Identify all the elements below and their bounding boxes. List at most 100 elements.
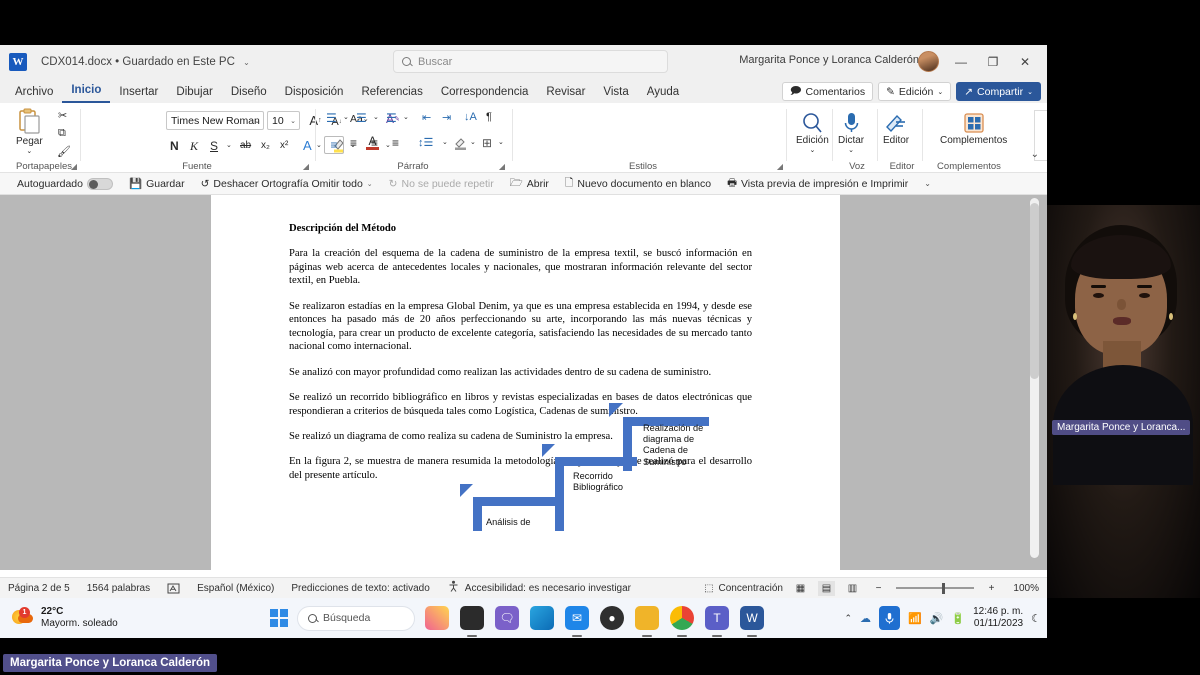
new-blank-doc-button[interactable]: 🗋 Nuevo documento en blanco [557,175,719,193]
chevron-down-icon[interactable]: ⌄ [343,113,349,121]
paragraph-dialog-launcher[interactable]: ◢ [499,162,505,171]
decrease-indent-button[interactable]: ⇤ [422,111,431,124]
editing-button[interactable]: Edición ⌄ [796,111,829,154]
show-marks-button[interactable]: ¶ [486,111,492,123]
app-icon-edge[interactable] [530,606,554,630]
collapse-ribbon-button[interactable]: ⌄ [1031,149,1039,160]
chevron-down-icon[interactable]: ⌄ [442,138,448,146]
autosave-toggle[interactable]: Autoguardado [9,177,121,190]
taskbar-clock[interactable]: 12:46 p. m. 01/11/2023 [973,606,1023,631]
tab-correspondencia[interactable]: Correspondencia [432,85,538,103]
app-icon-paint[interactable] [425,606,449,630]
editor-button[interactable]: Editor [883,111,909,146]
font-dialog-launcher[interactable]: ◢ [303,162,309,171]
chevron-down-icon[interactable]: ⌄ [226,141,232,149]
document-page[interactable]: Descripción del Método Para la creación … [211,195,840,570]
borders-button[interactable]: ⊞ [482,136,492,150]
taskbar-search-input[interactable]: Búsqueda [297,605,415,631]
tab-referencias[interactable]: Referencias [352,85,431,103]
tab-ayuda[interactable]: Ayuda [638,85,688,103]
zoom-in-button[interactable]: + [983,581,1000,596]
open-button[interactable]: 🗁 Abrir [502,175,557,193]
styles-dialog-launcher[interactable]: ◢ [777,162,783,171]
microphone-active-icon[interactable] [878,606,900,630]
avatar[interactable] [918,51,939,72]
tab-inicio[interactable]: Inicio [62,83,111,103]
status-text-predictions[interactable]: Predicciones de texto: activado [291,583,429,594]
tray-expand-icon[interactable]: ⌃ [844,613,852,624]
app-icon-chrome[interactable] [670,606,694,637]
justify-button[interactable]: ≡ [392,136,399,150]
tab-archivo[interactable]: Archivo [6,85,62,103]
italic-button[interactable]: K [190,139,198,154]
status-words[interactable]: 1564 palabras [87,583,150,594]
bullet-list-button[interactable]: ☰ [326,111,337,125]
account-name[interactable]: Margarita Ponce y Loranca Calderón [739,54,919,66]
multilevel-list-button[interactable]: ☰ [386,111,397,125]
video-participant-panel[interactable]: Margarita Ponce y Loranca... [1047,205,1200,598]
document-scrollbar-thumb[interactable] [1030,203,1039,379]
status-accessibility[interactable]: Accesibilidad: es necesario investigar [447,580,631,596]
windows-start-icon[interactable] [270,609,288,627]
comments-button[interactable]: 🗩 Comentarios [781,82,874,101]
tab-disposicion[interactable]: Disposición [276,85,353,103]
app-icon-word[interactable]: W [740,606,764,637]
status-language[interactable]: Español (México) [197,583,274,594]
toggle-switch[interactable] [86,177,113,190]
tab-dibujar[interactable]: Dibujar [167,85,221,103]
align-center-button[interactable]: ≡ [350,136,357,150]
zoom-out-button[interactable]: − [870,581,887,596]
wifi-icon[interactable]: 📶 [908,612,922,625]
clipboard-dialog-launcher[interactable]: ◢ [71,162,77,171]
web-layout-icon[interactable]: ▥ [844,581,861,596]
subscript-button[interactable]: x₂ [261,140,270,151]
notification-bell-icon[interactable]: ☾ [1031,612,1041,625]
app-icon-chat[interactable]: 🗨 [495,606,519,630]
copy-icon[interactable]: ⧉ [58,127,66,140]
qat-more-button[interactable]: ⌄ [916,179,939,188]
addins-button[interactable]: Complementos [940,111,1007,146]
line-spacing-button[interactable]: ↕☰ [418,136,433,149]
editing-mode-button[interactable]: ✎ Edición ⌄ [878,82,952,101]
chevron-down-icon[interactable]: ⌄ [403,113,409,121]
chevron-down-icon[interactable]: ⌄ [373,113,379,121]
onedrive-icon[interactable]: ☁ [860,612,871,625]
dictate-button[interactable]: Dictar ⌄ [838,111,864,154]
undo-button[interactable]: ↺ Deshacer Ortografía Omitir todo ⌄ [193,178,381,190]
app-icon-teams[interactable]: T [705,606,729,637]
app-icon-mail[interactable]: ✉ [565,606,589,637]
chevron-down-icon[interactable]: ⌄ [498,138,504,146]
cut-icon[interactable]: ✂ [58,109,67,122]
app-icon-media[interactable]: ● [600,606,624,630]
chevron-down-icon[interactable]: ⌄ [470,138,476,146]
app-icon-explorer[interactable] [635,606,659,637]
superscript-button[interactable]: x² [280,140,288,151]
align-left-button[interactable]: ≡ [324,136,344,154]
numbered-list-button[interactable]: ☰ [356,111,367,125]
tab-vista[interactable]: Vista [594,85,637,103]
bold-button[interactable]: N [170,139,179,153]
save-button[interactable]: 💾 Guardar [121,177,193,191]
restore-button[interactable]: ❐ [977,45,1009,78]
font-name-combo[interactable]: Times New Roman ⌄ [166,111,264,130]
battery-icon[interactable]: 🔋 [951,612,965,625]
status-page[interactable]: Página 2 de 5 [8,583,70,594]
underline-button[interactable]: S [210,139,218,153]
paste-button[interactable]: Pegar ⌄ [16,108,43,155]
tab-diseno[interactable]: Diseño [222,85,276,103]
zoom-slider[interactable] [896,582,974,594]
shading-button[interactable] [454,136,467,150]
read-mode-icon[interactable]: ▦ [792,581,809,596]
zoom-thumb[interactable] [942,582,945,594]
text-effects-button[interactable]: A [303,138,312,153]
focus-mode-button[interactable]: ⬚ Concentración [704,583,783,594]
app-icon-files-dark[interactable] [460,606,484,637]
print-preview-button[interactable]: 🖶 Vista previa de impresión e Imprimir [719,175,916,193]
search-input[interactable]: Buscar [393,50,668,73]
increase-indent-button[interactable]: ⇥ [442,111,451,124]
sort-button[interactable]: ↓A [464,111,477,123]
proofing-icon[interactable] [167,582,180,595]
align-right-button[interactable]: ≡ [371,136,378,150]
minimize-button[interactable]: — [945,45,977,78]
font-size-combo[interactable]: 10 ⌄ [267,111,300,130]
